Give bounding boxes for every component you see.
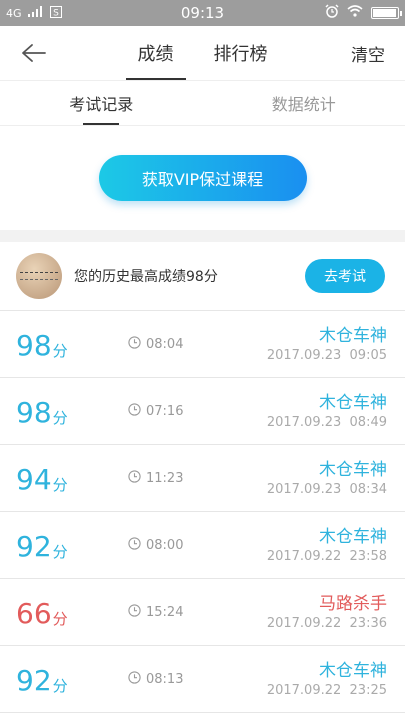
record-score: 66 分 — [16, 579, 68, 645]
record-date: 2017.09.22 — [266, 549, 342, 564]
alarm-icon — [325, 4, 339, 22]
record-datetime: 2017.09.22 23:36 — [267, 616, 387, 631]
clock-icon — [128, 537, 141, 554]
record-rank-title: 木仓车神 — [319, 661, 387, 681]
record-duration: 08:04 — [128, 336, 183, 353]
best-score-text: 您的历史最高成绩98分 — [74, 269, 218, 285]
duration-value: 08:04 — [146, 337, 184, 352]
vip-section: 获取VIP保过课程 — [0, 126, 405, 230]
record-score: 98 分 — [16, 311, 68, 377]
record-rank-title: 木仓车神 — [319, 393, 387, 413]
score-unit: 分 — [52, 543, 68, 561]
clock-icon — [128, 470, 141, 487]
duration-value: 11:23 — [146, 471, 184, 486]
duration-value: 15:24 — [146, 605, 184, 620]
clear-button[interactable]: 清空 — [351, 26, 385, 80]
record-date: 2017.09.22 — [266, 683, 342, 698]
best-score-row: 您的历史最高成绩98分 去考试 — [0, 242, 405, 311]
record-datetime: 2017.09.23 08:49 — [267, 415, 387, 430]
duration-value: 08:13 — [146, 672, 184, 687]
nav-bar: 成绩 排行榜 清空 — [0, 26, 405, 81]
record-time: 23:58 — [349, 549, 387, 564]
duration-value: 07:16 — [146, 404, 184, 419]
score-unit: 分 — [52, 409, 68, 427]
avatar-handwriting — [20, 272, 58, 280]
score-value: 66 — [16, 597, 52, 630]
take-exam-button[interactable]: 去考试 — [305, 259, 385, 293]
svg-text:S: S — [53, 8, 59, 18]
record-datetime: 2017.09.23 09:05 — [267, 348, 387, 363]
vip-course-button[interactable]: 获取VIP保过课程 — [98, 155, 307, 201]
subtab-exam-records[interactable]: 考试记录 — [0, 81, 203, 125]
record-time: 09:05 — [349, 348, 387, 363]
record-rank-title: 木仓车神 — [319, 460, 387, 480]
exam-record-row[interactable]: 92 分 08:00 木仓车神 2017.09.22 23:58 — [0, 512, 405, 579]
score-unit: 分 — [52, 610, 68, 628]
status-bar: 4G S 09:13 — [0, 0, 405, 26]
exam-record-row[interactable]: 98 分 07:16 木仓车神 2017.09.23 08:49 — [0, 378, 405, 445]
network-type: 4G — [6, 6, 22, 20]
record-duration: 11:23 — [128, 470, 183, 487]
clock-icon — [128, 403, 141, 420]
sd-card-icon: S — [49, 5, 62, 21]
record-score: 92 分 — [16, 646, 68, 712]
score-value: 94 — [16, 463, 52, 496]
battery-icon — [371, 7, 402, 19]
record-rank-title: 木仓车神 — [319, 527, 387, 547]
record-date: 2017.09.23 — [266, 415, 342, 430]
record-datetime: 2017.09.22 23:25 — [267, 683, 387, 698]
record-score: 94 分 — [16, 445, 68, 511]
exam-record-row[interactable]: 98 分 08:04 木仓车神 2017.09.23 09:05 — [0, 311, 405, 378]
record-time: 23:36 — [349, 616, 387, 631]
score-unit: 分 — [52, 677, 68, 695]
score-value: 92 — [16, 530, 52, 563]
avatar[interactable] — [16, 253, 62, 299]
record-time: 08:34 — [349, 482, 387, 497]
record-date: 2017.09.23 — [266, 348, 342, 363]
record-date: 2017.09.23 — [266, 482, 342, 497]
clock-icon — [128, 604, 141, 621]
subtab-statistics[interactable]: 数据统计 — [203, 81, 405, 125]
sub-tabs: 考试记录 数据统计 — [0, 81, 405, 126]
battery-level — [373, 9, 396, 17]
wifi-icon — [347, 5, 363, 21]
record-duration: 08:13 — [128, 671, 183, 688]
exam-record-row[interactable]: 66 分 15:24 马路杀手 2017.09.22 23:36 — [0, 579, 405, 646]
record-time: 23:25 — [349, 683, 387, 698]
signal-icon — [27, 6, 44, 20]
clock-icon — [128, 336, 141, 353]
score-value: 92 — [16, 664, 52, 697]
record-rank-title: 马路杀手 — [319, 594, 387, 614]
section-divider — [0, 230, 405, 242]
score-value: 98 — [16, 396, 52, 429]
score-unit: 分 — [52, 342, 68, 360]
exam-record-row[interactable]: 94 分 11:23 木仓车神 2017.09.23 08:34 — [0, 445, 405, 512]
score-value: 98 — [16, 329, 52, 362]
exam-record-row[interactable]: 92 分 08:13 木仓车神 2017.09.22 23:25 — [0, 646, 405, 713]
clock-icon — [128, 671, 141, 688]
record-score: 92 分 — [16, 512, 68, 578]
exam-record-list: 98 分 08:04 木仓车神 2017.09.23 09:05 98 分 07:16 木仓车神… — [0, 311, 405, 713]
record-time: 08:49 — [349, 415, 387, 430]
record-rank-title: 木仓车神 — [319, 326, 387, 346]
record-datetime: 2017.09.23 08:34 — [267, 482, 387, 497]
record-date: 2017.09.22 — [266, 616, 342, 631]
record-score: 98 分 — [16, 378, 68, 444]
record-datetime: 2017.09.22 23:58 — [267, 549, 387, 564]
tab-scores[interactable]: 成绩 — [125, 26, 186, 80]
record-duration: 08:00 — [128, 537, 183, 554]
record-duration: 15:24 — [128, 604, 183, 621]
tab-leaderboard[interactable]: 排行榜 — [214, 26, 268, 80]
duration-value: 08:00 — [146, 538, 184, 553]
record-duration: 07:16 — [128, 403, 183, 420]
score-unit: 分 — [52, 476, 68, 494]
top-tabs: 成绩 排行榜 — [0, 26, 405, 80]
